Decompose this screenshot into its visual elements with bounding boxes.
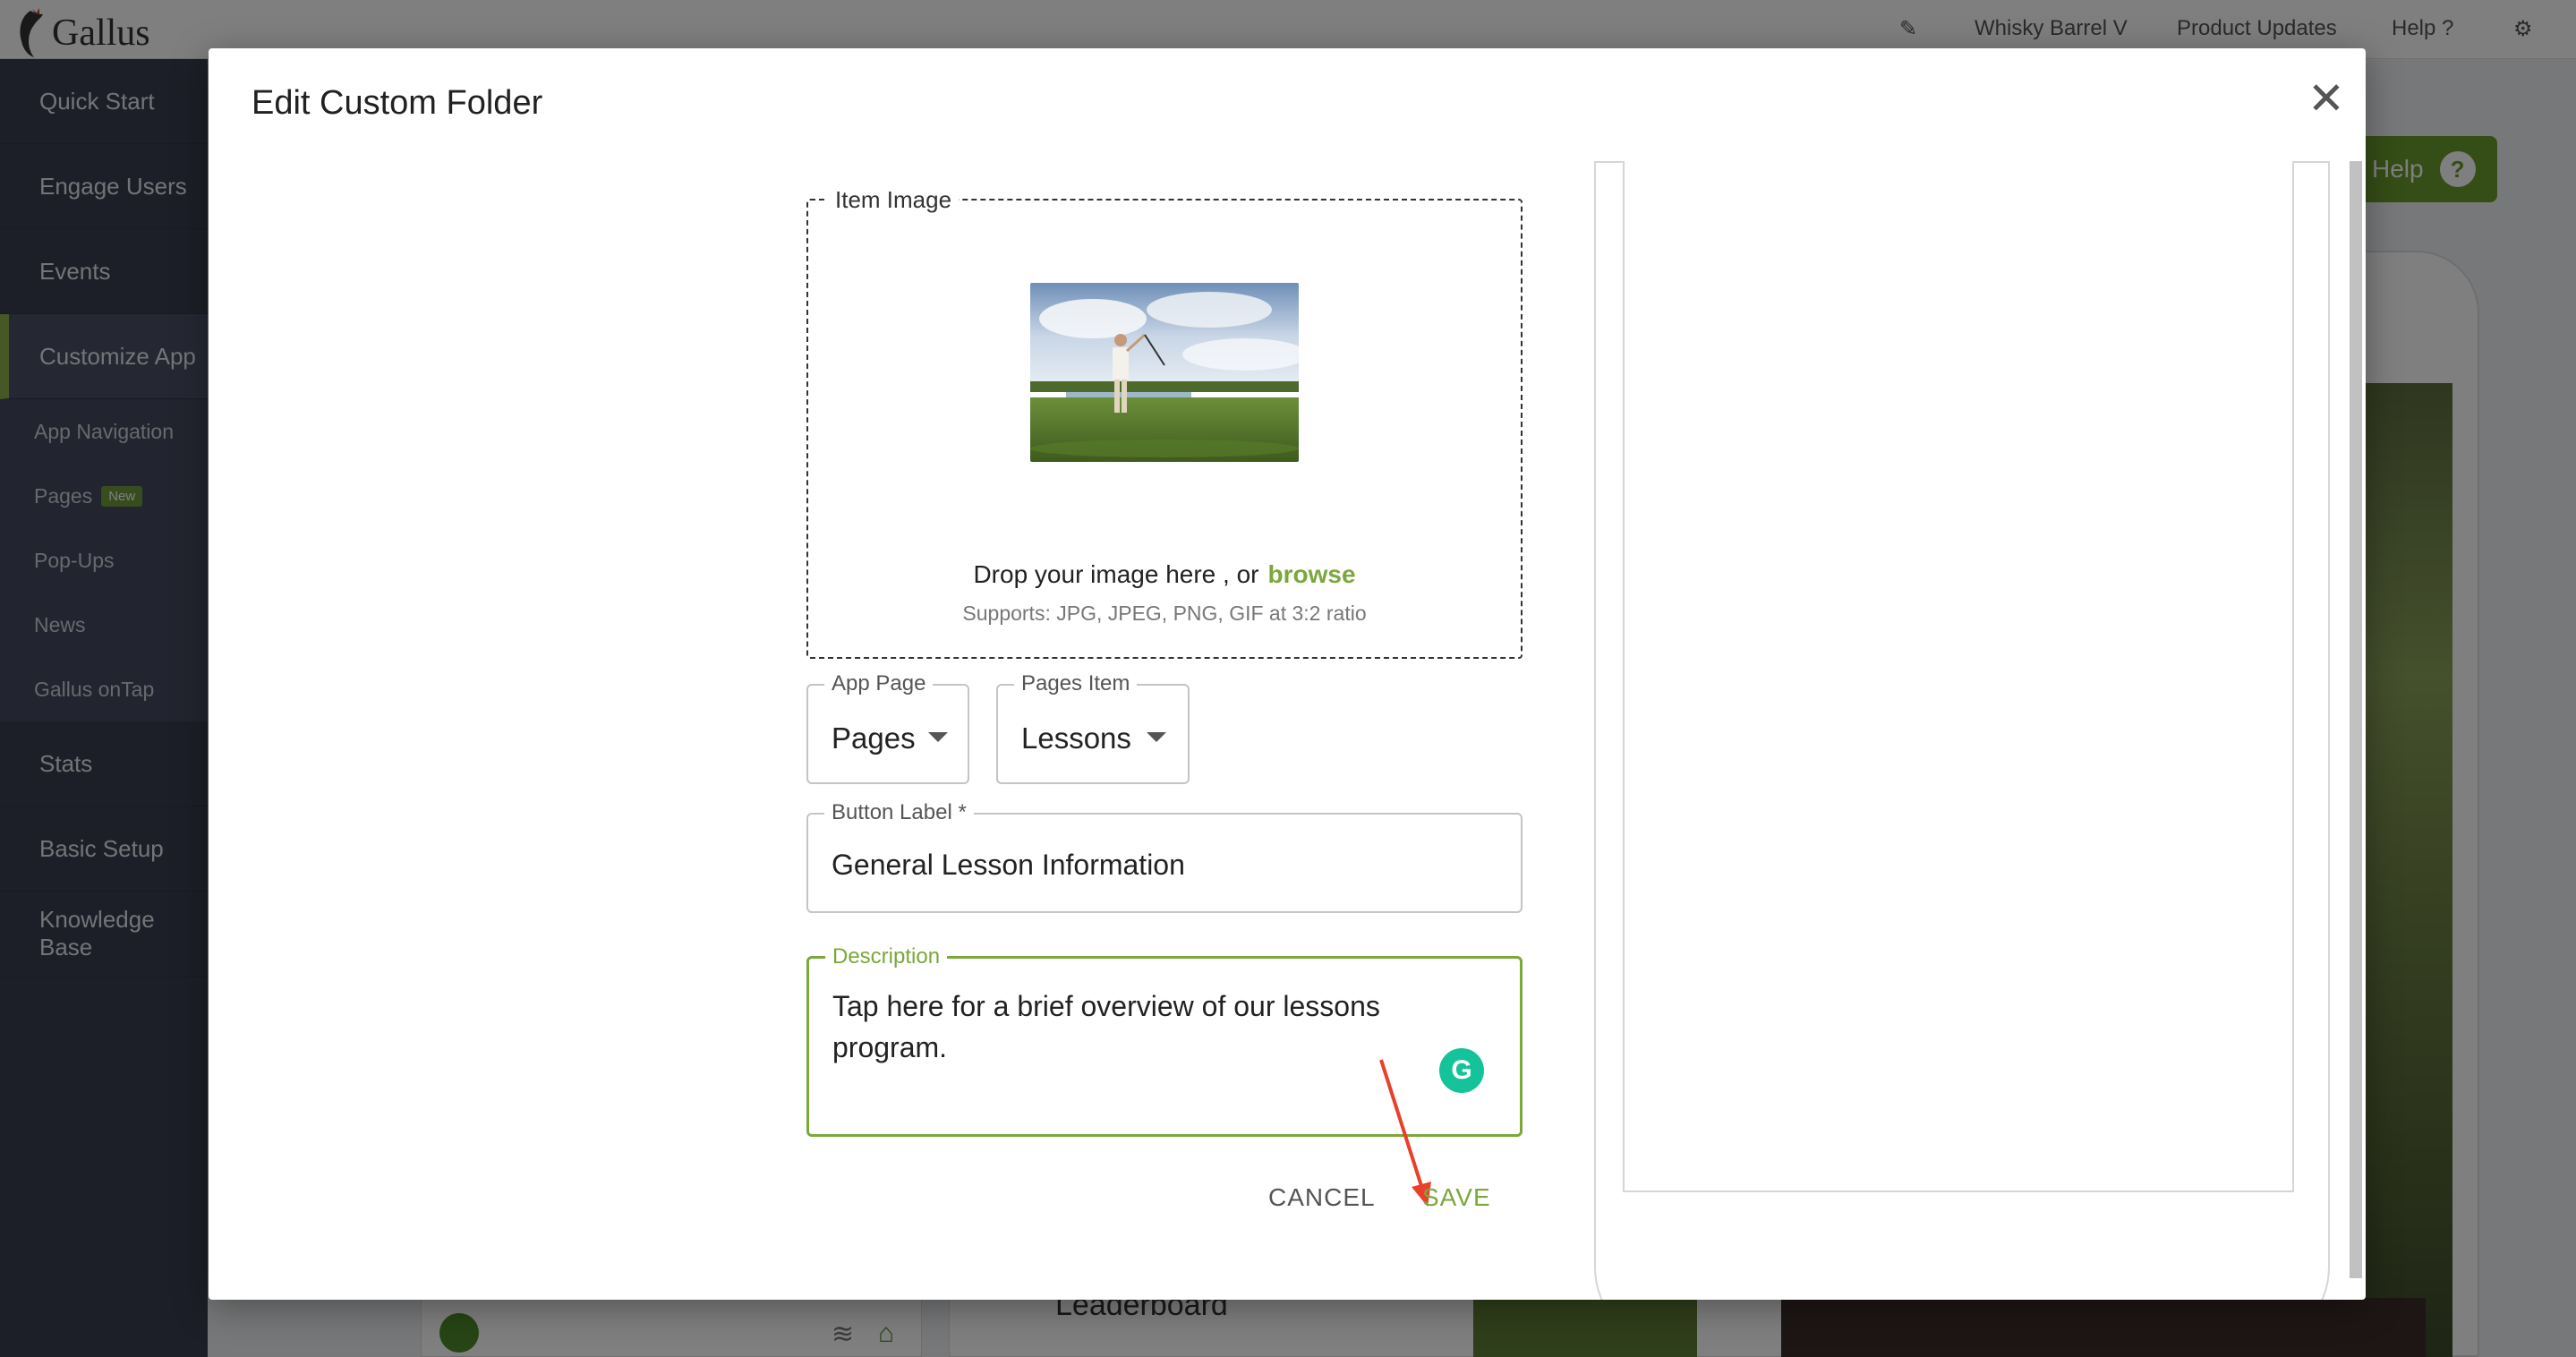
drop-instructions: Drop your image here , or browse [808, 560, 1521, 589]
cancel-button[interactable]: CANCEL [1258, 1176, 1386, 1219]
close-icon[interactable]: ✕ [2303, 75, 2350, 122]
preview-phone-screen [1623, 161, 2294, 1192]
button-label-input[interactable]: General Lesson Information [832, 849, 1185, 882]
image-dropzone[interactable]: Item Image Drop your image here , or bro… [806, 186, 1523, 659]
drop-text: Drop your image here , or [973, 560, 1259, 588]
caret-down-icon [928, 732, 948, 742]
app-page-value: Pages [832, 721, 916, 755]
edit-custom-folder-dialog: Edit Custom Folder ✕ Item Image Drop you… [209, 48, 2366, 1300]
button-label-field[interactable]: Button Label * General Lesson Informatio… [806, 800, 1523, 913]
pages-item-value: Lessons [1021, 721, 1131, 755]
dialog-title: Edit Custom Folder [252, 84, 543, 122]
browse-link[interactable]: browse [1268, 560, 1356, 588]
caret-down-icon [1147, 732, 1166, 742]
grammarly-icon[interactable]: G [1439, 1048, 1484, 1093]
pages-item-legend: Pages Item [1014, 671, 1138, 696]
app-page-select[interactable]: App Page Pages [806, 671, 969, 784]
description-legend: Description [825, 944, 948, 969]
pages-item-select[interactable]: Pages Item Lessons [996, 671, 1190, 784]
golfer-image [1030, 283, 1299, 462]
image-dropzone-legend: Item Image [828, 186, 960, 214]
dialog-scrollbar[interactable] [2350, 161, 2362, 1278]
supported-formats-text: Supports: JPG, JPEG, PNG, GIF at 3:2 rat… [962, 602, 1367, 625]
description-textarea[interactable]: Tap here for a brief overview of our les… [832, 986, 1405, 1068]
app-page-legend: App Page [824, 671, 934, 696]
golfer-photo-illustration [1030, 283, 1299, 462]
save-button[interactable]: SAVE [1412, 1176, 1502, 1219]
button-label-legend: Button Label * [824, 800, 974, 825]
